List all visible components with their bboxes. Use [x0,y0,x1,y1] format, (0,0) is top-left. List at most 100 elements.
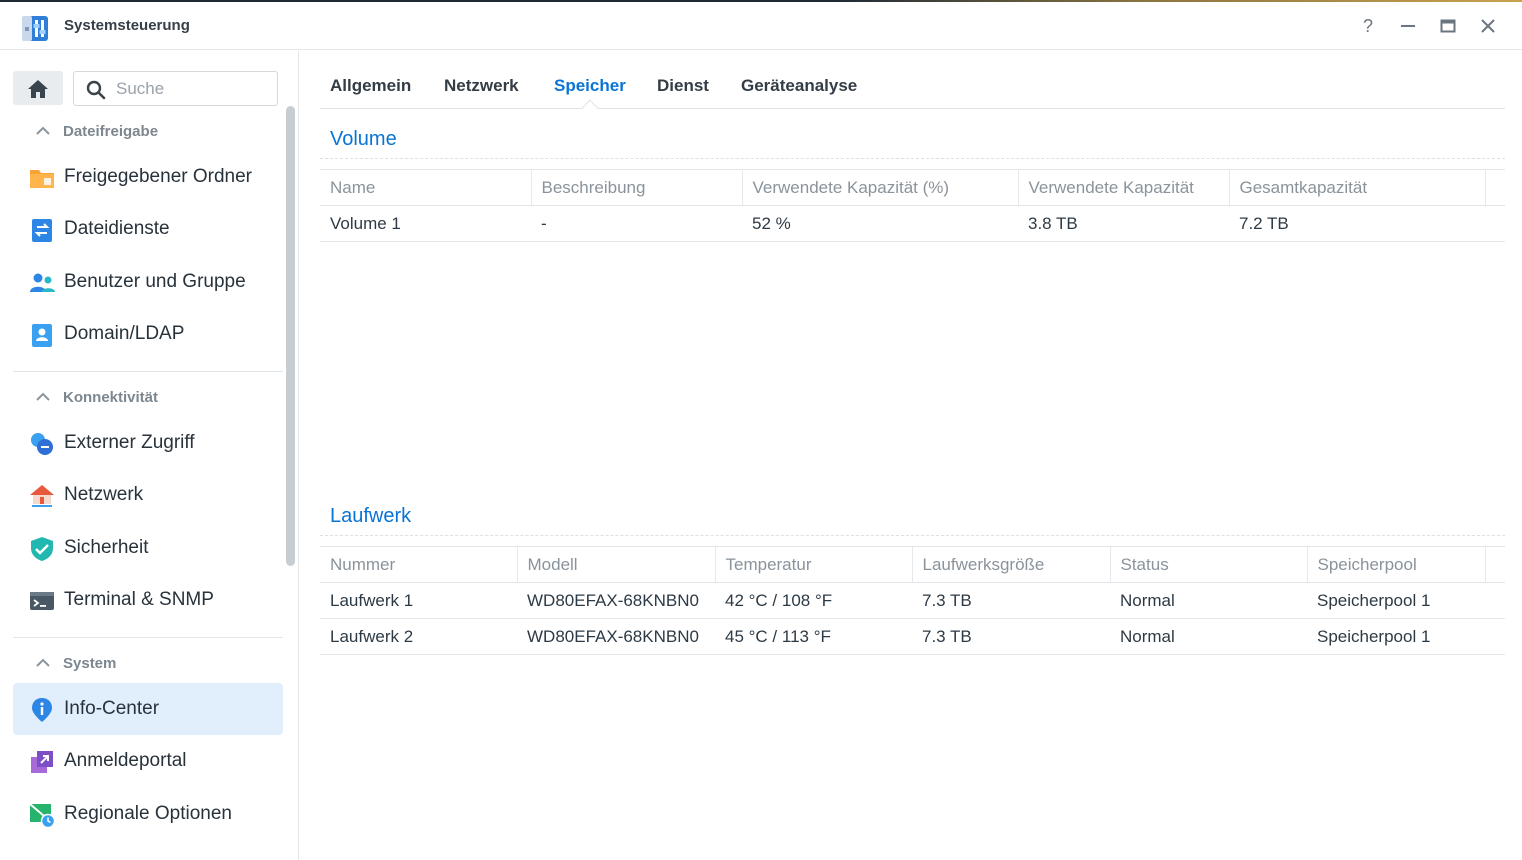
minimize-icon [1401,25,1415,27]
external-access-icon [31,433,53,455]
table-cell: 52 % [742,205,1018,242]
sidebar-item-benutzer-und-gruppe[interactable]: Benutzer und Gruppe [13,256,283,308]
section-divider [320,535,1505,536]
sidebar-item-info-center[interactable]: Info-Center [13,683,283,735]
column-header[interactable]: Beschreibung [531,169,743,206]
close-icon [1481,19,1495,33]
section-title-laufwerk: Laufwerk [330,505,412,527]
sidebar-item-dateidienste[interactable]: Dateidienste [13,203,283,255]
table-cell: Laufwerk 2 [320,618,517,655]
table-cell: 7.3 TB [912,618,1110,655]
column-header-spacer [1485,546,1505,583]
window-title: Systemsteuerung [64,17,190,34]
column-header[interactable]: Status [1110,546,1308,583]
table-row[interactable]: Volume 1 - 52 % 3.8 TB 7.2 TB [320,205,1505,242]
drives-table: Nummer Modell Temperatur Laufwerksgröße … [320,546,1505,655]
sidebar-item-terminal-snmp[interactable]: Terminal & SNMP [13,574,283,626]
column-header[interactable]: Verwendete Kapazität [1018,169,1230,206]
status-cell: Normal [1110,582,1307,619]
tab-dienst[interactable]: Dienst [657,76,709,96]
table-header-row: Nummer Modell Temperatur Laufwerksgröße … [320,546,1505,583]
home-button[interactable] [13,71,63,105]
sidebar-scrollbar[interactable] [286,106,295,566]
sidebar-divider [13,637,283,638]
column-header-spacer [1485,169,1505,206]
tab-allgemein[interactable]: Allgemein [330,76,411,96]
close-button[interactable] [1476,14,1500,38]
sidebar-item-label: Anmeldeportal [64,750,187,771]
sidebar-item-label: Regionale Optionen [64,803,232,824]
column-header[interactable]: Speicherpool [1307,546,1486,583]
search-input[interactable] [116,78,266,100]
column-header[interactable]: Gesamtkapazität [1229,169,1486,206]
sidebar-divider [13,371,283,372]
column-header[interactable]: Laufwerksgröße [912,546,1111,583]
search-icon [86,80,106,100]
sidebar-item-regionale-optionen[interactable]: Regionale Optionen [13,788,283,840]
table-cell: Speicherpool 1 [1307,582,1485,619]
control-panel-app-icon [22,16,48,41]
home-icon [28,80,48,98]
column-header[interactable]: Temperatur [715,546,913,583]
chevron-up-icon [36,392,50,401]
column-header[interactable]: Nummer [320,546,518,583]
main-content: Allgemein Netzwerk Speicher Dienst Gerät… [300,51,1522,860]
maximize-button[interactable] [1436,14,1460,38]
folder-share-icon [30,170,54,188]
sidebar-item-label: Domain/LDAP [64,323,185,344]
sidebar-item-label: Freigegebener Ordner [64,166,252,187]
file-services-icon [32,219,52,242]
users-icon [30,273,55,292]
chevron-up-icon [36,126,50,135]
table-cell: WD80EFAX-68KNBN0 [517,618,715,655]
sidebar: Dateifreigabe Freigegebener Ordner Datei… [0,51,299,860]
column-header[interactable]: Name [320,169,532,206]
network-house-icon [30,485,54,507]
sidebar-item-sicherheit[interactable]: Sicherheit [13,522,283,574]
table-row[interactable]: Laufwerk 2 WD80EFAX-68KNBN0 45 °C / 113 … [320,618,1505,655]
table-cell [1485,618,1505,655]
table-cell: 7.3 TB [912,582,1110,619]
table-cell: - [531,205,742,242]
tab-bar: Allgemein Netzwerk Speicher Dienst Gerät… [320,69,1505,117]
sidebar-item-anmeldeportal[interactable]: Anmeldeportal [13,735,283,787]
regional-options-icon [29,803,55,828]
section-title-volume: Volume [330,128,397,150]
table-cell: 45 °C / 113 °F [715,618,912,655]
login-portal-icon [31,751,53,773]
sidebar-item-domain-ldap[interactable]: Domain/LDAP [13,308,283,360]
table-header-row: Name Beschreibung Verwendete Kapazität (… [320,169,1505,206]
table-cell [1485,205,1505,242]
sidebar-item-label: Terminal & SNMP [64,589,214,610]
group-label: System [63,655,117,672]
title-bar: Systemsteuerung ? [0,2,1522,50]
group-label: Konnektivität [63,389,159,406]
sidebar-item-netzwerk[interactable]: Netzwerk [13,469,283,521]
table-cell: Volume 1 [320,205,531,242]
column-header[interactable]: Verwendete Kapazität (%) [742,169,1019,206]
table-cell: WD80EFAX-68KNBN0 [517,582,715,619]
help-button[interactable]: ? [1356,14,1380,38]
tab-netzwerk[interactable]: Netzwerk [444,76,519,96]
group-label: Dateifreigabe [63,123,159,140]
search-box[interactable] [73,71,278,106]
table-cell [1485,582,1505,619]
section-divider [320,158,1505,159]
sidebar-item-label: Info-Center [64,698,160,719]
sidebar-item-freigegebener-ordner[interactable]: Freigegebener Ordner [13,151,283,203]
sidebar-item-externer-zugriff[interactable]: Externer Zugriff [13,417,283,469]
active-tab-indicator [581,99,599,117]
table-cell: Laufwerk 1 [320,582,517,619]
table-cell: 3.8 TB [1018,205,1229,242]
tab-geraeteanalyse[interactable]: Geräteanalyse [741,76,857,96]
tab-speicher[interactable]: Speicher [554,76,626,96]
chevron-up-icon [36,658,50,667]
column-header[interactable]: Modell [517,546,716,583]
sidebar-item-label: Benutzer und Gruppe [64,271,246,292]
table-row[interactable]: Laufwerk 1 WD80EFAX-68KNBN0 42 °C / 108 … [320,582,1505,619]
sidebar-item-label: Netzwerk [64,484,144,505]
table-cell: 42 °C / 108 °F [715,582,912,619]
table-cell: 7.2 TB [1229,205,1485,242]
minimize-button[interactable] [1396,14,1420,38]
status-cell: Normal [1110,618,1307,655]
